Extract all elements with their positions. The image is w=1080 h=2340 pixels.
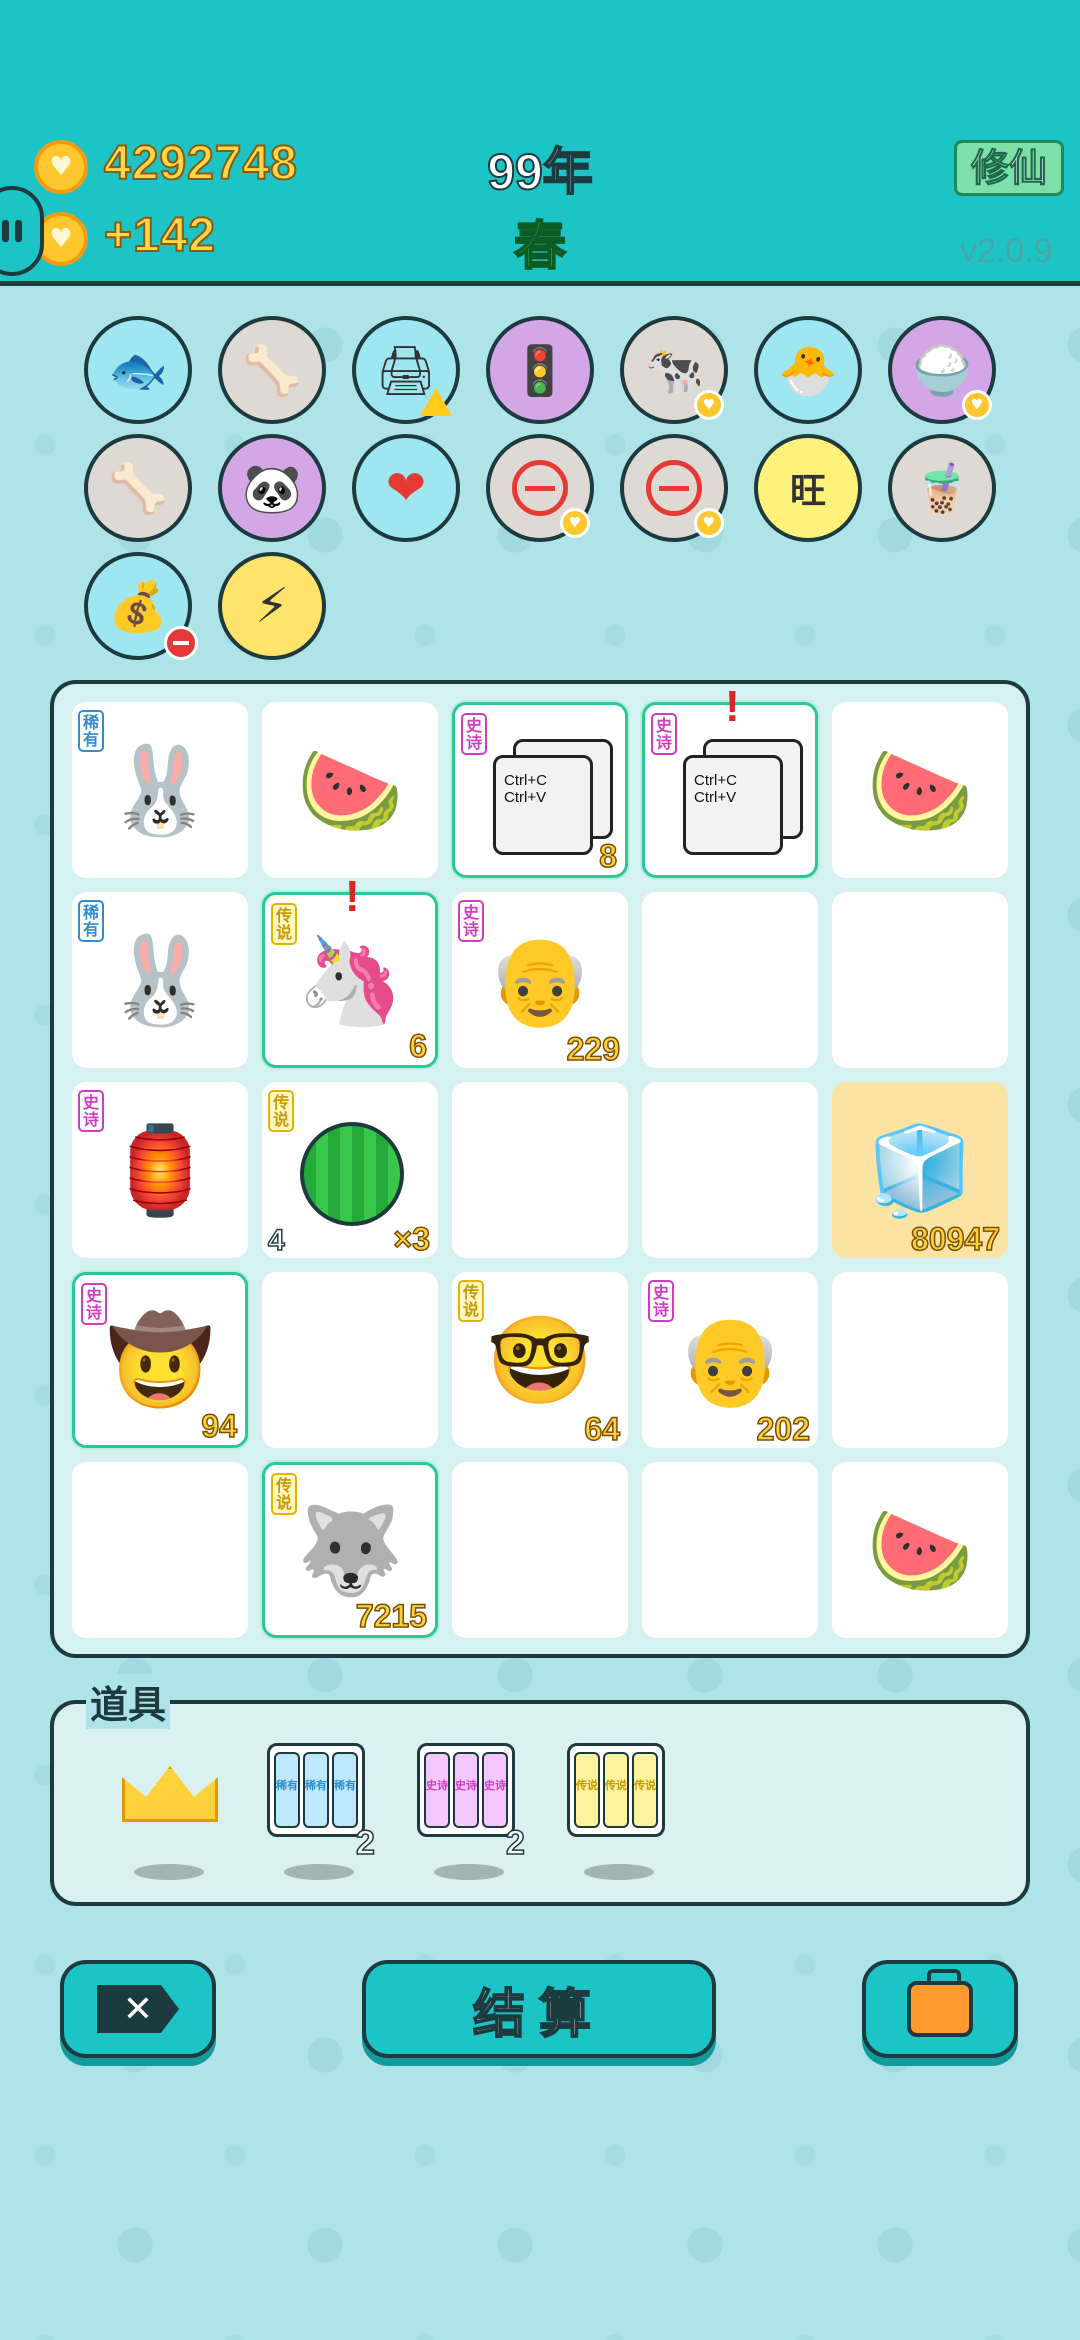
board-cell-empty[interactable]	[262, 1272, 438, 1448]
board-cell-bearded-man[interactable]: 👴 史诗 202	[642, 1272, 818, 1448]
watermelon-slice-icon: 🍉	[866, 740, 974, 841]
board-cell-empty[interactable]	[832, 892, 1008, 1068]
prop-count: 2	[355, 1823, 375, 1863]
cell-count: 64	[584, 1410, 621, 1448]
rarity-tag: 史诗	[81, 1283, 107, 1325]
cell-count: 6	[408, 1027, 427, 1065]
cell-count: 229	[566, 1030, 621, 1068]
board-cell-unicorn[interactable]: 🦄 传说 6!	[262, 875, 438, 1068]
panda-icon[interactable]: 🐼	[218, 434, 326, 542]
board-cell-watermelon-slice[interactable]: 🍉	[262, 702, 438, 878]
rarity-tag: 稀有	[78, 900, 104, 942]
board-cell-empty[interactable]	[642, 1462, 818, 1638]
props-panel: 稀有 稀有 稀有 2 史诗 史诗 史诗 2 传说 传说 传说	[50, 1700, 1030, 1906]
cell-left-number: 4	[267, 1223, 285, 1258]
board-cell-watermelon[interactable]: 传说 ×3 4	[262, 1082, 438, 1258]
traffic-light-icon[interactable]: 🚦	[486, 316, 594, 424]
ctrl-c-ctrl-v-icon: Ctrl+C Ctrl+V	[683, 755, 783, 855]
rarity-tag: 稀有	[78, 710, 104, 752]
chick-egg-icon[interactable]: 🐣	[754, 316, 862, 424]
rarity-tag: 传说	[268, 1090, 294, 1132]
board-cell-rabbit[interactable]: 🐰 稀有	[72, 702, 248, 878]
cows-icon[interactable]: 🐄 ♥	[620, 316, 728, 424]
rarity-tag: 传说	[458, 1280, 484, 1322]
rarity-tag: 史诗	[648, 1280, 674, 1322]
card-stack-icon: 稀有 稀有 稀有	[267, 1743, 365, 1837]
minus-badge-icon	[164, 626, 198, 660]
no-entry-icon[interactable]: ♥	[486, 434, 594, 542]
game-board: 🐰 稀有 🍉 Ctrl+C Ctrl+V 史诗 8 Ctrl+C Ctrl+V 史诗! 🍉 🐰 稀有…	[50, 680, 1030, 1658]
alert-icon: !	[345, 872, 360, 921]
close-button[interactable]: ✕	[60, 1960, 216, 2058]
year-label: 99年	[486, 143, 594, 201]
board-cell-empty[interactable]	[642, 892, 818, 1068]
rarity-tag: 史诗	[78, 1090, 104, 1132]
blood-bag-icon[interactable]: ❤	[352, 434, 460, 542]
milk-tea-icon[interactable]: 🧋	[888, 434, 996, 542]
top-bar: 4292748 +142 99年 春 修仙 v2.0.9	[0, 0, 1080, 286]
settle-label: 结算	[472, 1984, 605, 2046]
crown-prop[interactable]	[114, 1744, 226, 1844]
watermelon-icon	[300, 1122, 404, 1226]
cell-count: ×3	[393, 1220, 431, 1258]
board-cell-husky-king[interactable]: 🐺 传说 7215	[262, 1462, 438, 1638]
cell-count: 94	[201, 1407, 238, 1445]
crown-icon	[122, 1766, 218, 1822]
watermelon-slice-icon: 🍉	[866, 1500, 974, 1601]
briefcase-icon	[907, 1969, 973, 2037]
warning-icon	[420, 388, 452, 416]
rarity-tag: 史诗	[458, 900, 484, 942]
board-cell-empty[interactable]	[72, 1462, 248, 1638]
watermelon-slice-icon: 🍉	[296, 740, 404, 841]
board-cell-watermelon-slice[interactable]: 🍉	[832, 702, 1008, 878]
board-cell-cowboy-man[interactable]: 🤠 史诗 94	[72, 1272, 248, 1448]
version-label: v2.0.9	[960, 232, 1053, 270]
heart-badge-icon: ♥	[560, 508, 590, 538]
cell-count: 80947	[910, 1220, 1000, 1258]
card-stack-icon: 传说 传说 传说	[567, 1743, 665, 1837]
board-cell-empty[interactable]	[832, 1272, 1008, 1448]
lightning-icon[interactable]: ⚡	[218, 552, 326, 660]
season-label: 春	[513, 217, 567, 277]
rarity-tag: 史诗	[651, 713, 677, 755]
cell-count: 8	[598, 837, 617, 875]
wang-text-icon[interactable]: 旺	[754, 434, 862, 542]
board-cell-rabbit-tent[interactable]: 🏮 史诗	[72, 1082, 248, 1258]
settle-button[interactable]: 结算	[362, 1960, 716, 2058]
board-cell-empty[interactable]	[452, 1462, 628, 1638]
board-cell-bald-glasses-man[interactable]: 🤓 传说 64	[452, 1272, 628, 1448]
rarity-tag: 传说	[271, 903, 297, 945]
inventory-button[interactable]	[862, 1960, 1018, 2058]
heart-badge-icon: ♥	[962, 390, 992, 420]
board-cell-watermelon-slice[interactable]: 🍉	[832, 1462, 1008, 1638]
board-cell-empty[interactable]	[642, 1082, 818, 1258]
close-icon: ✕	[97, 1985, 179, 2033]
pet-food-bowl-icon[interactable]: 🦴	[218, 316, 326, 424]
heart-badge-icon: ♥	[694, 390, 724, 420]
card-stack-icon: 史诗 史诗 史诗	[417, 1743, 515, 1837]
heart-badge-icon: ♥	[694, 508, 724, 538]
printer-icon[interactable]: 🖨	[352, 316, 460, 424]
board-cell-rabbit[interactable]: 🐰 稀有	[72, 892, 248, 1068]
board-cell-ctrl-c-ctrl-v[interactable]: Ctrl+C Ctrl+V 史诗 8	[452, 702, 628, 878]
money-bag-icon[interactable]: 💰	[84, 552, 198, 660]
props-label: 道具	[86, 1674, 171, 1729]
no-entry-icon[interactable]: ♥	[620, 434, 728, 542]
legend-cards-prop[interactable]: 传说 传说 传说	[560, 1740, 672, 1840]
alert-icon: !	[725, 682, 740, 731]
cell-count: 202	[756, 1410, 811, 1448]
board-cell-ctrl-c-ctrl-v[interactable]: Ctrl+C Ctrl+V 史诗!	[642, 685, 818, 878]
board-cell-bearded-man[interactable]: 👴 史诗 229	[452, 892, 628, 1068]
fish-bowl-icon[interactable]: 🐟	[84, 316, 192, 424]
cell-count: 7215	[355, 1597, 428, 1635]
rarity-tag: 传说	[271, 1473, 297, 1515]
rice-bowl-icon[interactable]: 🍚 ♥	[888, 316, 996, 424]
prop-count: 2	[505, 1823, 525, 1863]
xiuxian-button[interactable]: 修仙	[954, 140, 1064, 196]
board-cell-empty[interactable]	[452, 1082, 628, 1258]
pet-food-bowl-icon[interactable]: 🦴	[84, 434, 192, 542]
rarity-tag: 史诗	[461, 713, 487, 755]
board-cell-fridge[interactable]: 🧊 80947	[832, 1082, 1008, 1258]
ctrl-c-ctrl-v-icon: Ctrl+C Ctrl+V	[493, 755, 593, 855]
